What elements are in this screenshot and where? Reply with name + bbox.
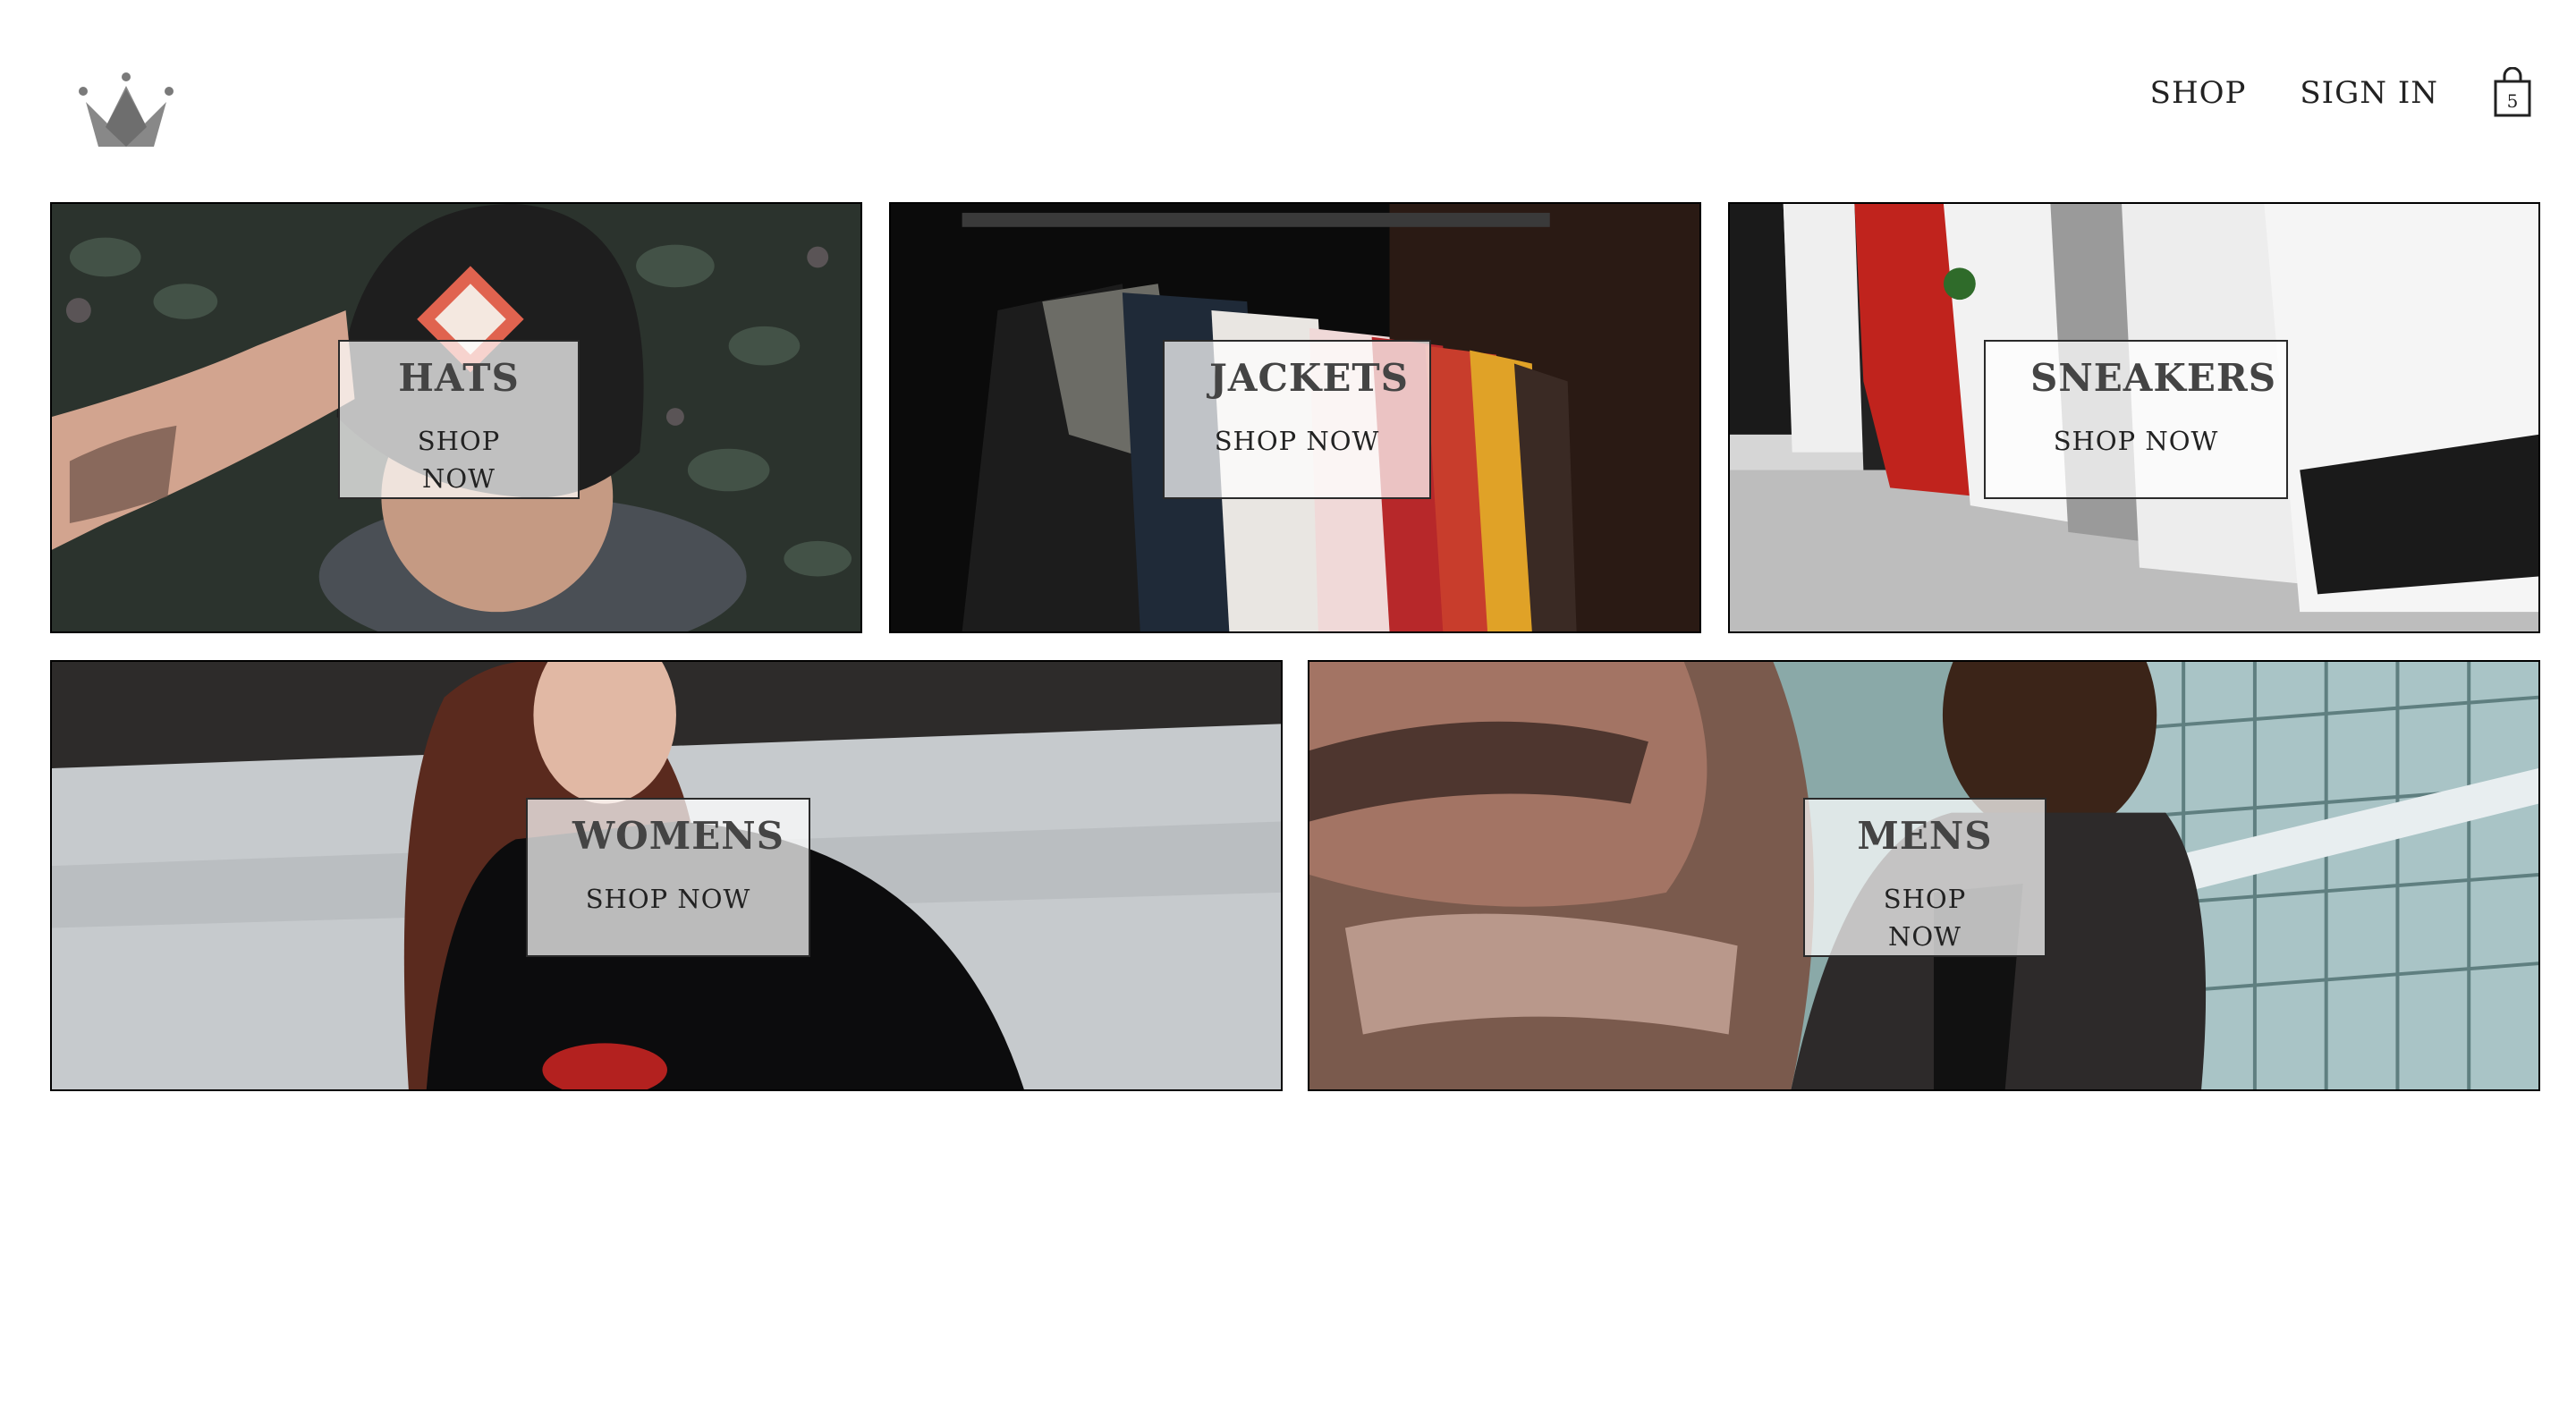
shop-now-link[interactable]: SHOP NOW (385, 422, 533, 497)
crown-icon[interactable] (79, 72, 174, 148)
cart-button[interactable]: 5 (2492, 67, 2533, 119)
category-title: HATS (398, 356, 520, 400)
category-label-box: SNEAKERS SHOP NOW (1984, 340, 2288, 499)
category-tile-hats[interactable]: HATS SHOP NOW (50, 202, 862, 633)
header: SHOP SIGN IN 5 (0, 0, 2576, 188)
category-label-box: MENS SHOP NOW (1803, 798, 2046, 957)
nav-shop-link[interactable]: SHOP (2150, 75, 2247, 111)
shop-now-link[interactable]: SHOP NOW (572, 880, 764, 918)
category-tile-sneakers[interactable]: SNEAKERS SHOP NOW (1728, 202, 2540, 633)
category-label-box: HATS SHOP NOW (338, 340, 580, 499)
main-nav: SHOP SIGN IN 5 (2150, 64, 2533, 122)
category-tile-jackets[interactable]: JACKETS SHOP NOW (889, 202, 1701, 633)
nav-sign-in-link[interactable]: SIGN IN (2300, 75, 2438, 111)
category-title: MENS (1857, 814, 1993, 858)
category-title: JACKETS (1209, 356, 1409, 400)
category-tile-mens[interactable]: MENS SHOP NOW (1308, 660, 2540, 1091)
shop-now-link[interactable]: SHOP NOW (2030, 422, 2241, 460)
category-label-box: WOMENS SHOP NOW (526, 798, 810, 957)
category-label-box: JACKETS SHOP NOW (1163, 340, 1431, 499)
cart-count: 5 (2506, 90, 2519, 112)
shop-now-link[interactable]: SHOP NOW (1209, 422, 1385, 460)
category-title: WOMENS (572, 814, 784, 858)
category-title: SNEAKERS (2030, 356, 2277, 400)
shop-now-link[interactable]: SHOP NOW (1850, 880, 2000, 955)
category-tile-womens[interactable]: WOMENS SHOP NOW (50, 660, 1283, 1091)
